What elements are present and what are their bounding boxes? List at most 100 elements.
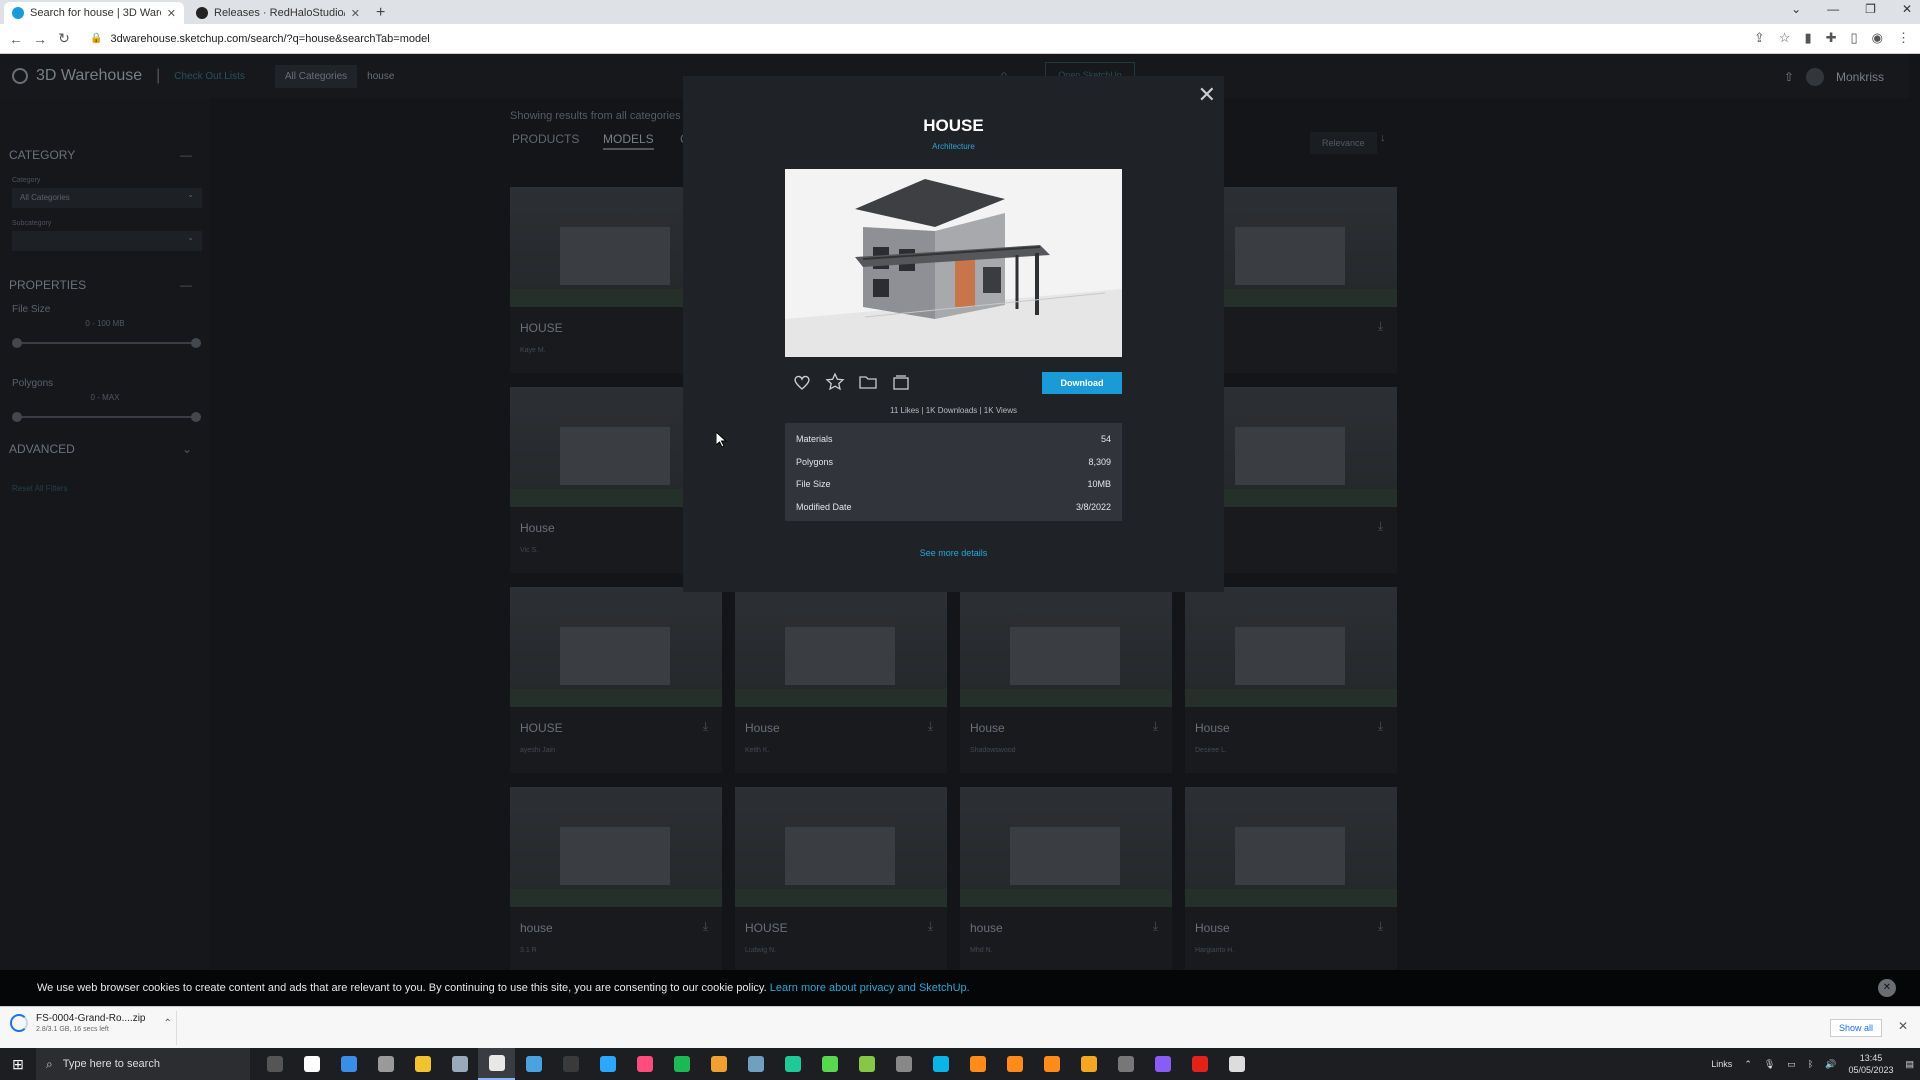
download-icon[interactable]: ⤓ xyxy=(703,719,708,734)
reset-filters-link[interactable]: Reset All Filters xyxy=(12,484,68,493)
puzzle-icon[interactable]: ✚ xyxy=(1826,30,1837,46)
volume-icon[interactable]: 🔊 xyxy=(1825,1059,1836,1070)
browser-tab-3d-warehouse[interactable]: Search for house | 3D Warehouse ✕ xyxy=(4,2,184,24)
model-card-author[interactable]: Mhd N. xyxy=(970,947,993,954)
model-card-title[interactable]: HOUSE xyxy=(520,321,563,335)
check-out-lists-link[interactable]: Check Out Lists xyxy=(174,71,245,82)
model-card-title[interactable]: House xyxy=(520,521,555,535)
tab-products[interactable]: PRODUCTS xyxy=(512,132,579,146)
taskbar-app-icon[interactable] xyxy=(1181,1048,1218,1080)
polygons-min-handle[interactable] xyxy=(12,412,22,422)
tab-search-icon[interactable]: ⌄ xyxy=(1791,2,1801,16)
advanced-heading[interactable]: ADVANCED xyxy=(9,442,75,456)
properties-heading[interactable]: PROPERTIES xyxy=(9,278,86,292)
model-card[interactable]: house Mhd N. ⤓ xyxy=(960,787,1172,970)
category-dropdown[interactable]: All Categories xyxy=(12,185,202,208)
collapse-icon[interactable]: — xyxy=(180,278,192,292)
reload-icon[interactable]: ↻ xyxy=(52,30,76,47)
privacy-link[interactable]: Learn more about privacy and SketchUp. xyxy=(770,982,970,994)
download-icon[interactable]: ⤓ xyxy=(1378,919,1383,934)
extension-icon[interactable]: ▮ xyxy=(1804,30,1811,46)
taskbar-app-icon[interactable] xyxy=(1107,1048,1144,1080)
share-icon[interactable]: ⇪ xyxy=(1754,30,1765,46)
close-tab-icon[interactable]: ✕ xyxy=(167,7,176,20)
download-icon[interactable]: ⤓ xyxy=(928,719,933,734)
model-card[interactable]: house 3.1 R ⤓ xyxy=(510,787,722,970)
profile-icon[interactable]: ◉ xyxy=(1872,30,1883,46)
taskbar-app-icon[interactable] xyxy=(1070,1048,1107,1080)
user-name[interactable]: Monkriss xyxy=(1836,70,1884,84)
taskbar-app-icon[interactable] xyxy=(404,1048,441,1080)
download-icon[interactable]: ⤓ xyxy=(1153,719,1158,734)
model-thumbnail[interactable] xyxy=(510,787,722,907)
file-size-slider-track[interactable] xyxy=(17,342,197,344)
expand-icon[interactable]: ⌄ xyxy=(182,442,192,456)
search-input[interactable]: house xyxy=(367,71,394,82)
tray-links-label[interactable]: Links xyxy=(1711,1059,1732,1069)
taskbar-app-icon[interactable] xyxy=(663,1048,700,1080)
model-thumbnail[interactable] xyxy=(960,787,1172,907)
model-card-author[interactable]: Ludwig N. xyxy=(745,947,776,954)
restore-icon[interactable]: ❐ xyxy=(1865,2,1876,16)
model-card-title[interactable]: HOUSE xyxy=(520,721,563,735)
taskbar-app-icon[interactable] xyxy=(478,1048,515,1080)
avatar[interactable] xyxy=(1805,68,1824,86)
url-field[interactable]: 🔒 3dwarehouse.sketchup.com/search/?q=hou… xyxy=(90,33,430,45)
model-card-author[interactable]: Kaye M. xyxy=(520,347,546,354)
clock[interactable]: 13:45 05/05/2023 xyxy=(1848,1052,1893,1076)
close-downloads-icon[interactable]: ✕ xyxy=(1898,1019,1908,1033)
browser-tab-github[interactable]: Releases · RedHaloStudio/Sketch ✕ xyxy=(188,2,368,24)
microphone-icon[interactable]: 🎙 xyxy=(1764,1059,1775,1070)
taskbar-app-icon[interactable] xyxy=(367,1048,404,1080)
download-button[interactable]: Download xyxy=(1042,372,1122,394)
side-panel-icon[interactable]: ▯ xyxy=(1851,30,1858,46)
model-card-title[interactable]: HOUSE xyxy=(745,921,788,935)
close-tab-icon[interactable]: ✕ xyxy=(351,7,360,20)
taskbar-app-icon[interactable] xyxy=(515,1048,552,1080)
taskbar-app-icon[interactable] xyxy=(996,1048,1033,1080)
taskbar-app-icon[interactable] xyxy=(700,1048,737,1080)
model-thumbnail[interactable] xyxy=(510,587,722,707)
taskbar-app-icon[interactable] xyxy=(959,1048,996,1080)
model-thumbnail[interactable] xyxy=(960,587,1172,707)
model-card-author[interactable]: 3.1 R xyxy=(520,947,537,954)
minimize-icon[interactable]: — xyxy=(1827,2,1839,16)
polygons-max-handle[interactable] xyxy=(191,412,201,422)
model-thumbnail[interactable] xyxy=(735,587,947,707)
close-icon[interactable]: ✕ xyxy=(1198,82,1216,108)
subcategory-dropdown[interactable] xyxy=(12,228,202,251)
close-window-icon[interactable]: ✕ xyxy=(1902,2,1912,16)
file-size-min-handle[interactable] xyxy=(12,338,22,348)
download-icon[interactable]: ⤓ xyxy=(1153,919,1158,934)
model-thumbnail[interactable] xyxy=(735,787,947,907)
download-icon[interactable]: ⤓ xyxy=(1378,319,1383,334)
taskbar-app-icon[interactable] xyxy=(774,1048,811,1080)
model-card[interactable]: HOUSE Ludwig N. ⤓ xyxy=(735,787,947,970)
taskbar-app-icon[interactable] xyxy=(441,1048,478,1080)
like-heart-icon[interactable] xyxy=(791,371,813,393)
model-card[interactable]: House Desiree L. ⤓ xyxy=(1185,587,1397,773)
taskbar-app-icon[interactable] xyxy=(256,1048,293,1080)
model-thumbnail[interactable] xyxy=(1185,587,1397,707)
site-logo[interactable]: 3D Warehouse | xyxy=(12,67,174,85)
bluetooth-icon[interactable]: ᛒ xyxy=(1808,1059,1813,1069)
network-icon[interactable]: ▭ xyxy=(1787,1059,1796,1070)
windows-start-icon[interactable]: ⊞ xyxy=(0,1056,36,1073)
taskbar-app-icon[interactable] xyxy=(589,1048,626,1080)
model-thumbnail[interactable] xyxy=(1185,787,1397,907)
taskbar-app-icon[interactable] xyxy=(885,1048,922,1080)
add-to-folder-icon[interactable] xyxy=(857,371,879,393)
download-icon[interactable]: ⤓ xyxy=(703,919,708,934)
collapse-icon[interactable]: — xyxy=(180,148,192,162)
taskbar-search-input[interactable]: ⌕ Type here to search xyxy=(36,1048,250,1080)
model-card-title[interactable]: House xyxy=(1195,721,1230,735)
model-preview-image[interactable] xyxy=(785,169,1122,357)
sort-dropdown[interactable]: Relevance xyxy=(1310,132,1377,154)
model-card[interactable]: House Hargianto H. ⤓ xyxy=(1185,787,1397,970)
model-card-title[interactable]: House xyxy=(745,721,780,735)
new-tab-icon[interactable]: + xyxy=(376,2,385,24)
taskbar-app-icon[interactable] xyxy=(293,1048,330,1080)
model-category-link[interactable]: Architecture xyxy=(683,142,1224,151)
taskbar-app-icon[interactable] xyxy=(737,1048,774,1080)
taskbar-app-icon[interactable] xyxy=(811,1048,848,1080)
